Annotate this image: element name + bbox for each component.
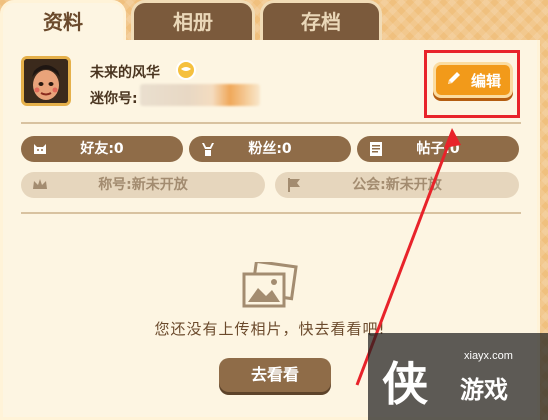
stat-title-label: 称号:新未开放 <box>98 177 188 193</box>
stat-posts[interactable]: 帖子:0 <box>357 136 519 162</box>
tab-archive[interactable]: 存档 <box>260 0 382 42</box>
vip-badge-icon <box>176 60 196 80</box>
stat-guild-label: 公会:新未开放 <box>352 177 442 193</box>
go-look-button[interactable]: 去看看 <box>219 358 331 392</box>
mini-id-value-blurred <box>140 84 260 106</box>
watermark-logo: 侠 <box>382 357 428 411</box>
divider-top <box>21 122 521 124</box>
photo-icon <box>240 259 298 310</box>
stat-fans[interactable]: 粉丝:0 <box>189 136 351 162</box>
watermark-text: 游戏 <box>460 376 508 404</box>
stat-guild: 公会:新未开放 <box>275 172 519 198</box>
nickname: 未来的风华 <box>90 65 160 81</box>
avatar[interactable] <box>21 56 71 106</box>
edit-button-label: 编辑 <box>470 71 501 90</box>
tab-album[interactable]: 相册 <box>131 0 255 42</box>
tab-profile[interactable]: 资料 <box>0 0 126 44</box>
mini-id-label: 迷你号: <box>90 91 138 107</box>
pencil-icon <box>445 69 463 91</box>
stat-friends[interactable]: 好友:0 <box>21 136 183 162</box>
divider-bottom <box>21 212 521 214</box>
stat-friends-label: 好友:0 <box>80 141 124 157</box>
stat-fans-label: 粉丝:0 <box>248 141 292 157</box>
edit-button[interactable]: 编辑 <box>433 62 513 98</box>
watermark-site: xiayx.com <box>464 350 513 362</box>
stat-posts-label: 帖子:0 <box>416 141 460 157</box>
stat-title: 称号:新未开放 <box>21 172 265 198</box>
